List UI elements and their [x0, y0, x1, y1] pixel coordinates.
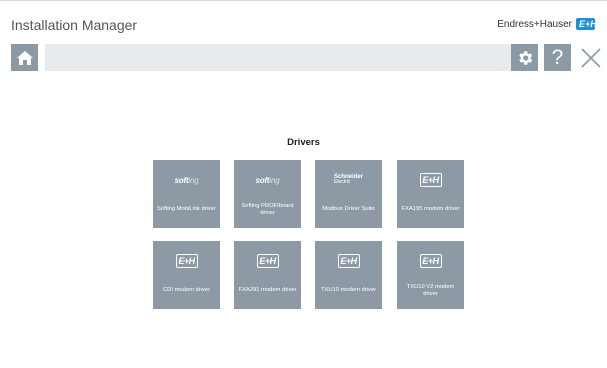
brand-logo-text: E+H: [579, 19, 597, 29]
driver-tile-txu10[interactable]: E+H TXU10 modem driver: [315, 241, 382, 309]
help-icon: ?: [551, 45, 564, 69]
close-icon: [580, 47, 601, 68]
close-button[interactable]: [577, 44, 604, 71]
driver-label: TXU10 V2 modem driver: [406, 284, 455, 297]
schneider-logo: Schneider Electric: [333, 174, 363, 185]
brand: Endress+Hauser E+H: [497, 18, 597, 30]
window-top-border: [0, 0, 607, 1]
driver-tile-modbus[interactable]: Schneider Electric Modbus Driver Suite: [315, 160, 382, 228]
brand-logo: E+H: [576, 18, 597, 30]
driver-tile-fxa291[interactable]: E+H FXA291 modem driver: [234, 241, 301, 309]
gear-icon: [518, 50, 532, 65]
help-button[interactable]: ?: [544, 44, 571, 71]
driver-tile-softing-mobilink[interactable]: softing Softing MobiLink driver: [153, 160, 220, 228]
softing-logo: softing: [174, 175, 199, 185]
drivers-heading: Drivers: [287, 137, 320, 148]
softing-logo: softing: [255, 175, 280, 185]
driver-label: CDI modem driver: [162, 287, 211, 293]
driver-tile-txu10-v2[interactable]: E+H TXU10 V2 modem driver: [397, 241, 464, 309]
driver-label: FXA291 modem driver: [238, 287, 297, 293]
eh-logo-icon: E+H: [419, 254, 442, 268]
driver-tile-softing-profiboard[interactable]: softing Softing PROFIboard driver: [234, 160, 301, 228]
app-title: Installation Manager: [11, 17, 138, 33]
driver-tile-fxa195[interactable]: E+H FXA195 modem driver: [397, 160, 464, 228]
toolbar: ?: [11, 44, 607, 71]
eh-logo-icon: E+H: [337, 254, 360, 268]
home-button[interactable]: [11, 44, 38, 71]
settings-button[interactable]: [511, 44, 538, 71]
driver-label: TXU10 modem driver: [320, 287, 377, 293]
brand-name: Endress+Hauser: [497, 18, 572, 30]
eh-logo-icon: E+H: [419, 173, 442, 187]
home-icon: [16, 50, 33, 65]
driver-label: FXA195 modem driver: [401, 206, 460, 212]
breadcrumb-bar: [45, 44, 516, 71]
driver-label: Softing MobiLink driver: [157, 206, 216, 212]
eh-logo-icon: E+H: [256, 254, 279, 268]
driver-tile-cdi[interactable]: E+H CDI modem driver: [153, 241, 220, 309]
driver-label: Modbus Driver Suite: [322, 206, 375, 212]
eh-logo-icon: E+H: [175, 254, 198, 268]
driver-label: Softing PROFIboard driver: [241, 203, 294, 216]
